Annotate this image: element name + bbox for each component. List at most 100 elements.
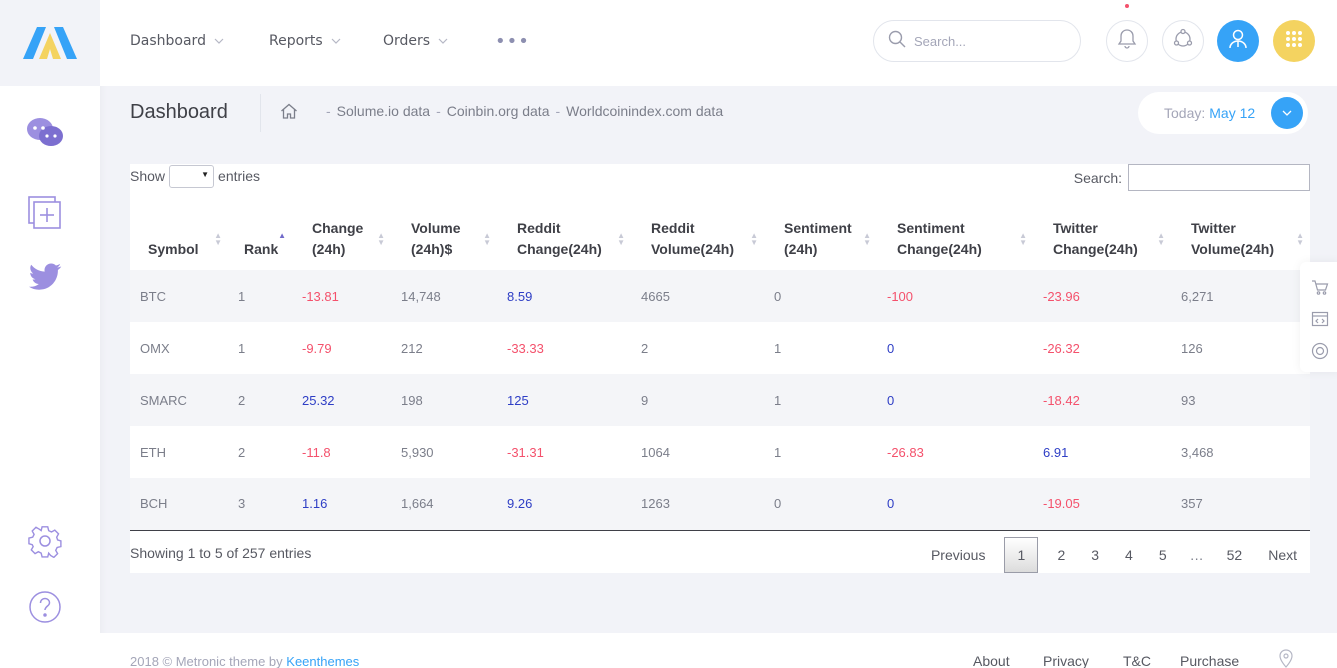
code-icon[interactable]: [1308, 307, 1332, 331]
table-header-row: Symbol▲▼ Rank▲▼ Change(24h)▲▼ Volume(24h…: [130, 206, 1310, 270]
page-title: Dashboard: [130, 101, 228, 123]
table-info: Showing 1 to 5 of 257 entries: [130, 545, 312, 561]
cell-reddit-change: 8.59: [497, 270, 631, 322]
user-profile-button[interactable]: [1217, 20, 1259, 62]
copyright-text: 2018 © Metronic theme by: [130, 654, 283, 668]
footer-link-privacy[interactable]: Privacy: [1043, 653, 1089, 668]
nav-dashboard[interactable]: Dashboard: [130, 31, 224, 51]
show-label: Show: [130, 168, 166, 184]
footer-link-tc[interactable]: T&C: [1123, 653, 1151, 668]
chevron-down-icon: [438, 38, 448, 44]
support-icon[interactable]: [1308, 339, 1332, 363]
logo-icon: [23, 27, 77, 59]
sort-icon: ▲ ▼: [1296, 231, 1304, 247]
entries-label: entries: [218, 168, 261, 184]
pager-page-1[interactable]: 1: [1004, 537, 1039, 573]
pager-ellipsis: …: [1189, 547, 1204, 563]
cell-reddit-change: -31.31: [507, 444, 544, 460]
quick-actions-button[interactable]: [1162, 20, 1204, 62]
sort-icon: ▲ ▼: [483, 231, 491, 247]
search-icon: [888, 30, 906, 52]
table-search: Search:: [1074, 164, 1310, 191]
col-volume-24h[interactable]: Volume (24h)$ ▲ ▼: [391, 206, 497, 270]
cell-sentiment: 1: [774, 444, 782, 460]
cell-reddit-volume: 2: [641, 340, 649, 356]
cell-sentiment: 1: [764, 374, 877, 426]
cell-twitter-volume: 357: [1171, 478, 1310, 531]
chat-icon[interactable]: [26, 114, 64, 152]
col-change-24h[interactable]: Change (24h) ▲ ▼: [292, 206, 391, 270]
pager-page-5[interactable]: 5: [1146, 547, 1180, 563]
breadcrumb-solume[interactable]: Solume.io data: [337, 103, 430, 119]
breadcrumb-worldcoinindex[interactable]: Worldcoinindex.com data: [566, 103, 723, 119]
cell-change: -11.8: [302, 444, 331, 460]
chevron-down-icon: [331, 38, 341, 44]
pager-page-4[interactable]: 4: [1112, 547, 1146, 563]
cell-symbol: BCH: [130, 478, 228, 531]
nav-orders[interactable]: Orders: [383, 31, 448, 51]
pager-page-last[interactable]: 52: [1214, 547, 1256, 563]
pager-next[interactable]: Next: [1255, 547, 1310, 563]
col-twitter-change[interactable]: Twitter Change(24h) ▲ ▼: [1033, 206, 1171, 270]
notification-dot: [1125, 4, 1129, 8]
table-search-input[interactable]: [1128, 164, 1310, 191]
more-menu-button[interactable]: •••: [495, 31, 530, 52]
sort-asc-icon: ▲▼: [278, 231, 286, 240]
help-icon[interactable]: [26, 588, 64, 626]
breadcrumb-separator: -: [555, 103, 561, 119]
settings-icon[interactable]: [26, 522, 64, 560]
cart-icon[interactable]: [1308, 275, 1332, 299]
apps-grid-button[interactable]: [1273, 20, 1315, 62]
cell-reddit-volume: 9: [631, 374, 764, 426]
cell-sentiment-change: 0: [877, 478, 1033, 531]
cell-sentiment-change: -26.83: [887, 444, 924, 460]
header-search[interactable]: [873, 20, 1081, 62]
home-icon[interactable]: [280, 103, 298, 119]
cell-twitter-volume: 6,271: [1171, 270, 1310, 322]
footer-link-purchase[interactable]: Purchase: [1180, 653, 1239, 668]
pager-previous[interactable]: Previous: [918, 547, 998, 563]
col-sentiment-change[interactable]: Sentiment Change(24h) ▲ ▼: [877, 206, 1033, 270]
cell-rank: 1: [238, 340, 246, 356]
nav-reports-label: Reports: [269, 33, 323, 49]
breadcrumb-coinbin[interactable]: Coinbin.org data: [447, 103, 550, 119]
col-sentiment[interactable]: Sentiment (24h) ▲ ▼: [764, 206, 877, 270]
twitter-icon[interactable]: [26, 258, 64, 296]
cell-rank: 2: [228, 374, 292, 426]
pager-page-3[interactable]: 3: [1078, 547, 1112, 563]
cell-reddit-volume: 4665: [631, 270, 764, 322]
location-pin-icon[interactable]: [1278, 649, 1294, 668]
chevron-down-icon: [214, 38, 224, 44]
col-symbol[interactable]: Symbol ▲ ▼: [130, 206, 228, 270]
col-reddit-change[interactable]: Reddit Change(24h) ▲ ▼: [497, 206, 631, 270]
cell-twitter-change: -26.32: [1043, 340, 1080, 356]
author-link[interactable]: Keenthemes: [286, 654, 359, 668]
pager-page-2[interactable]: 2: [1044, 547, 1078, 563]
search-input[interactable]: [914, 33, 1064, 49]
col-twitter-volume[interactable]: Twitter Volume(24h) ▲ ▼: [1171, 206, 1310, 270]
chevron-down-icon[interactable]: [1271, 97, 1303, 129]
col-rank[interactable]: Rank▲▼: [228, 206, 292, 270]
cell-sentiment-change: -100: [877, 270, 1033, 322]
cell-volume: 14,748: [391, 270, 497, 322]
cell-twitter-volume: 3,468: [1181, 444, 1214, 460]
nav-reports[interactable]: Reports: [269, 31, 341, 51]
table-row: SMARC 2 25.32 198 125 9 1 0 -18.42 93: [130, 374, 1310, 426]
footer-link-about[interactable]: About: [973, 653, 1010, 668]
cell-sentiment-change: 0: [877, 374, 1033, 426]
cell-symbol: ETH: [140, 444, 166, 460]
sort-icon: ▲ ▼: [1157, 231, 1165, 247]
cell-reddit-change: 9.26: [497, 478, 631, 531]
col-reddit-volume[interactable]: Reddit Volume(24h) ▲ ▼: [631, 206, 764, 270]
cell-twitter-volume: 126: [1181, 340, 1203, 356]
entries-select[interactable]: [169, 164, 215, 188]
brand-logo-area[interactable]: [0, 0, 100, 86]
notifications-button[interactable]: [1106, 20, 1148, 62]
add-item-icon[interactable]: [26, 194, 64, 232]
date-picker[interactable]: Today: May 12: [1138, 92, 1308, 134]
cell-sentiment: 0: [764, 270, 877, 322]
nav-dashboard-label: Dashboard: [130, 33, 206, 49]
cell-volume: 212: [401, 340, 423, 356]
breadcrumb-separator: -: [436, 103, 441, 119]
cell-sentiment: 0: [764, 478, 877, 531]
